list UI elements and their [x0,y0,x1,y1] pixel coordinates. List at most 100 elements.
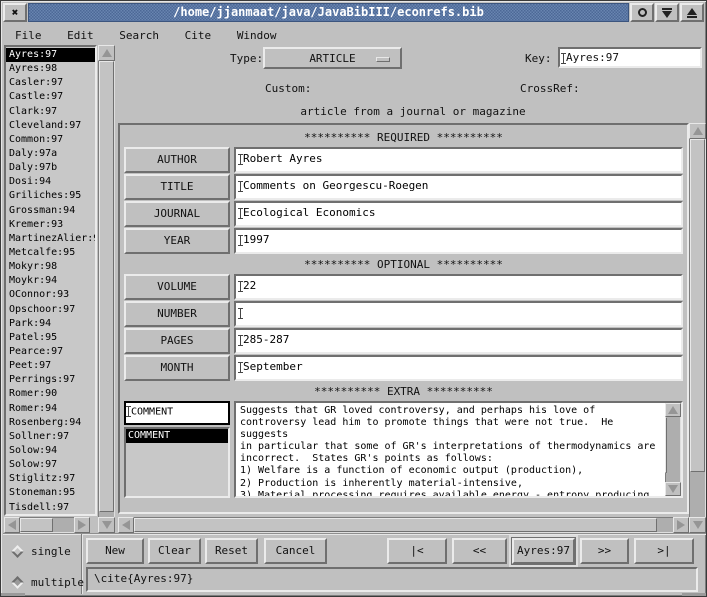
list-vertical-scrollbar[interactable] [98,45,115,533]
window-title[interactable]: /home/jjanmaat/java/JavaBibIII/econrefs.… [28,3,629,22]
list-item[interactable]: Moykr:94 [9,274,95,288]
close-button[interactable]: ✖ [3,3,27,22]
comment-textarea[interactable]: Suggests that GR loved controversy, and … [236,403,665,496]
scrollbar-thumb[interactable] [690,139,705,472]
scrollbar-thumb[interactable] [665,417,667,473]
year-label-button[interactable]: YEAR [124,228,230,254]
form-vertical-scrollbar[interactable] [689,123,706,533]
scroll-left-button[interactable] [4,517,20,533]
list-item[interactable]: OConnor:93 [9,288,95,302]
extra-field-list-item[interactable]: COMMENT [126,429,228,443]
list-item[interactable]: Tisdell:97 [9,501,95,515]
year-field[interactable]: 1997 [234,228,683,254]
list-item[interactable]: Casler:97 [9,76,95,90]
resize-corner[interactable] [682,593,706,596]
scroll-down-button[interactable] [689,517,706,533]
menu-file[interactable]: File [15,26,42,45]
list-item-selected[interactable]: Ayres:97 [6,48,95,62]
list-item[interactable]: Peet:97 [9,359,95,373]
resize-corner[interactable] [1,593,25,596]
iconify-button[interactable] [630,3,654,22]
list-item[interactable]: MartinezAlier:9 [9,232,95,246]
scrollbar-thumb[interactable] [99,61,114,512]
list-item[interactable]: Daly:97a [9,147,95,161]
nav-first-button[interactable]: |< [387,538,447,564]
list-item[interactable]: Romer:94 [9,402,95,416]
scroll-right-button[interactable] [673,517,689,533]
scrollbar-thumb[interactable] [20,518,53,532]
pages-field[interactable]: 285-287 [234,328,683,354]
scroll-up-button[interactable] [665,403,681,417]
lower-button[interactable] [655,3,679,22]
list-item[interactable]: Sollner:97 [9,430,95,444]
list-item[interactable]: Castle:97 [9,90,95,104]
new-button[interactable]: New [86,538,144,564]
title-label-button[interactable]: TITLE [124,174,230,200]
scrollbar-trough[interactable] [689,139,706,517]
maximize-button[interactable] [680,3,704,22]
cite-field[interactable]: \cite{Ayres:97} [86,567,698,592]
list-item[interactable]: Pearce:97 [9,345,95,359]
list-item[interactable]: Stoneman:95 [9,486,95,500]
type-option-menu[interactable]: ARTICLE [263,47,402,69]
list-item[interactable]: Clark:97 [9,105,95,119]
list-item[interactable]: Romer:90 [9,387,95,401]
number-label-button[interactable]: NUMBER [124,301,230,327]
reset-button[interactable]: Reset [205,538,258,564]
scrollbar-thumb[interactable] [134,518,657,532]
list-item[interactable]: Rosenberg:94 [9,416,95,430]
pages-label-button[interactable]: PAGES [124,328,230,354]
extra-field-name-input[interactable]: COMMENT [124,401,230,425]
extra-field-list[interactable]: COMMENT [124,427,230,498]
scroll-down-button[interactable] [665,482,681,496]
author-field[interactable]: Robert Ayres [234,147,683,173]
number-field[interactable] [234,301,683,327]
reference-list[interactable]: Ayres:97 Ayres:98 Casler:97 Castle:97 Cl… [4,45,97,516]
cancel-button[interactable]: Cancel [264,538,327,564]
list-item[interactable]: Daly:97b [9,161,95,175]
list-item[interactable]: Park:94 [9,317,95,331]
scroll-up-button[interactable] [689,123,706,139]
scroll-up-button[interactable] [98,45,115,61]
list-item[interactable]: Solow:97 [9,458,95,472]
key-field[interactable]: Ayres:97 [558,47,702,68]
titlebar[interactable]: ✖ /home/jjanmaat/java/JavaBibIII/econref… [3,3,704,22]
scroll-left-button[interactable] [118,517,134,533]
mode-radio-single[interactable]: single [13,541,71,561]
list-item[interactable]: Perrings:97 [9,373,95,387]
list-item[interactable]: Solow:94 [9,444,95,458]
scrollbar-trough[interactable] [134,517,673,533]
journal-field[interactable]: Ecological Economics [234,201,683,227]
list-item[interactable]: Kremer:93 [9,218,95,232]
volume-field[interactable]: 22 [234,274,683,300]
scrollbar-trough[interactable] [665,417,681,482]
nav-next-button[interactable]: >> [580,538,629,564]
author-label-button[interactable]: AUTHOR [124,147,230,173]
list-item[interactable]: Opschoor:97 [9,303,95,317]
list-item[interactable]: Stiglitz:97 [9,472,95,486]
clear-button[interactable]: Clear [148,538,201,564]
menu-edit[interactable]: Edit [67,26,94,45]
menu-search[interactable]: Search [119,26,159,45]
list-item[interactable]: Dosi:94 [9,175,95,189]
scrollbar-trough[interactable] [20,517,74,533]
nav-last-button[interactable]: >| [634,538,694,564]
mode-radio-multiple[interactable]: multiple [13,572,84,592]
scroll-right-button[interactable] [74,517,90,533]
list-item[interactable]: Grossman:94 [9,204,95,218]
list-item[interactable]: Patel:95 [9,331,95,345]
nav-previous-button[interactable]: << [452,538,507,564]
scrollbar-trough[interactable] [98,61,115,517]
month-label-button[interactable]: MONTH [124,355,230,381]
month-field[interactable]: September [234,355,683,381]
journal-label-button[interactable]: JOURNAL [124,201,230,227]
menu-cite[interactable]: Cite [185,26,212,45]
comment-vertical-scrollbar[interactable] [665,403,681,496]
list-item[interactable]: Mokyr:98 [9,260,95,274]
list-item[interactable]: Metcalfe:95 [9,246,95,260]
list-item[interactable]: Griliches:95 [9,189,95,203]
form-horizontal-scrollbar[interactable] [118,517,689,533]
menu-window[interactable]: Window [237,26,277,45]
list-item[interactable]: Ayres:98 [9,62,95,76]
scroll-down-button[interactable] [98,517,115,533]
